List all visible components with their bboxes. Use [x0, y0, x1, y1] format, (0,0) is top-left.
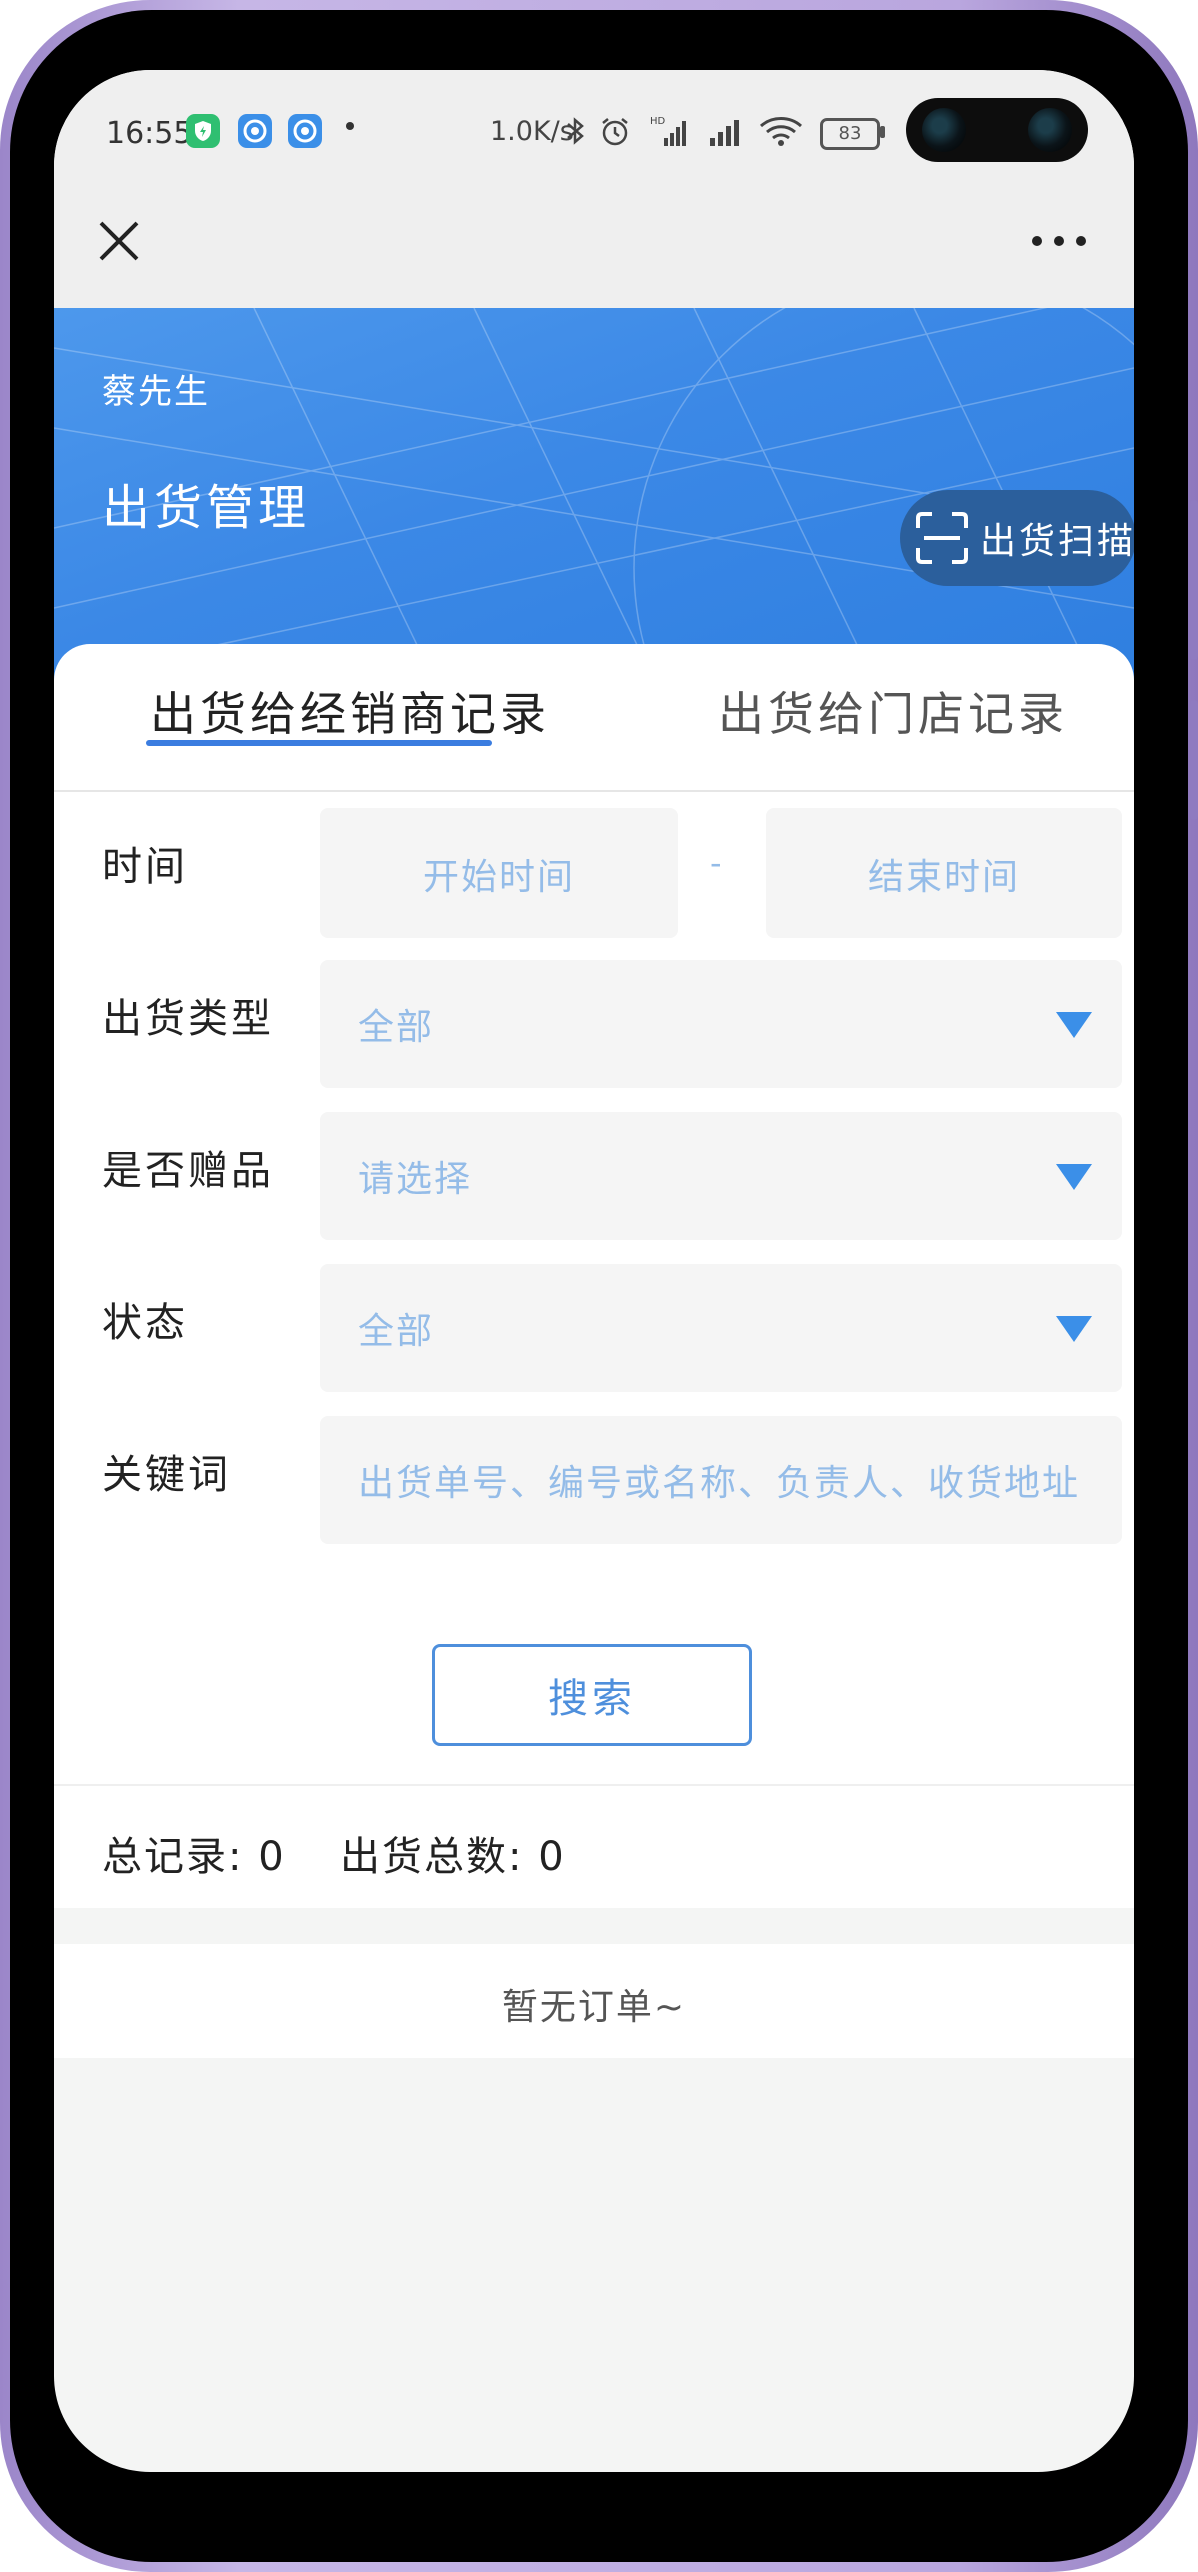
keyword-placeholder: 出货单号、编号或名称、负责人、收货地址 — [358, 1463, 1081, 1504]
status-label: 状态 — [102, 1300, 188, 1346]
total-records-value: 0 — [258, 1834, 286, 1880]
summary-bar: 总记录: 0 出货总数: 0 — [54, 1784, 1134, 1912]
battery-icon: 83 — [820, 118, 880, 150]
ship-type-value: 全部 — [358, 1007, 435, 1048]
end-time-placeholder: 结束时间 — [867, 857, 1020, 898]
camera-lens-icon-2 — [1028, 108, 1072, 152]
gift-label: 是否赠品 — [102, 1148, 274, 1194]
camera-lens-icon — [922, 108, 966, 152]
total-shipments: 出货总数: 0 — [340, 1824, 566, 1882]
total-shipments-value: 0 — [538, 1834, 566, 1880]
status-value: 全部 — [358, 1311, 435, 1352]
alarm-icon — [598, 114, 632, 152]
notification-dot — [346, 122, 354, 130]
mobile-app-icon-2 — [288, 114, 322, 148]
screen: 16:55 1.0K/s HD 83 蔡先生 出货管理 出货扫描 出货给经销商记… — [54, 70, 1134, 2472]
wifi-icon — [758, 114, 804, 152]
time-label: 时间 — [102, 844, 188, 890]
shield-app-icon — [186, 114, 220, 148]
power-button — [1190, 700, 1198, 820]
status-select[interactable]: 全部 — [320, 1264, 1122, 1392]
chevron-down-icon — [1056, 1012, 1092, 1038]
chevron-down-icon — [1056, 1164, 1092, 1190]
more-icon — [1032, 236, 1086, 246]
time-range-separator: - — [710, 844, 722, 882]
gift-value: 请选择 — [358, 1159, 473, 1200]
gift-select[interactable]: 请选择 — [320, 1112, 1122, 1240]
filter-card: 出货给经销商记录 出货给门店记录 时间 开始时间 - 结束时间 出货类型 全部 … — [54, 644, 1134, 1912]
user-name: 蔡先生 — [102, 372, 210, 412]
volume-button — [1190, 500, 1198, 660]
tab-bar: 出货给经销商记录 出货给门店记录 — [54, 644, 1134, 792]
empty-state: 暂无订单~ — [54, 1944, 1134, 2058]
total-records-label: 总记录: — [102, 1834, 244, 1880]
empty-message: 暂无订单~ — [501, 1987, 687, 2028]
more-button[interactable] — [1014, 206, 1104, 276]
tab-dealer-records[interactable]: 出货给经销商记录 — [150, 678, 550, 744]
start-time-field[interactable]: 开始时间 — [320, 808, 678, 938]
search-button[interactable]: 搜索 — [432, 1644, 752, 1746]
active-tab-underline — [146, 740, 492, 746]
status-bar: 16:55 1.0K/s HD 83 — [54, 70, 1134, 180]
signal-icon — [706, 114, 746, 152]
mobile-app-icon — [238, 114, 272, 148]
chevron-down-icon — [1056, 1316, 1092, 1342]
net-speed: 1.0K/s — [490, 116, 574, 147]
section-gap — [54, 1908, 1134, 1944]
ship-scan-label: 出货扫描 — [980, 521, 1134, 562]
header-banner: 蔡先生 出货管理 出货扫描 — [54, 308, 1134, 680]
svg-text:HD: HD — [650, 116, 666, 127]
tab-store-records[interactable]: 出货给门店记录 — [718, 678, 1068, 744]
bluetooth-icon — [564, 114, 588, 152]
scan-icon — [916, 512, 968, 564]
total-shipments-label: 出货总数: — [340, 1834, 524, 1880]
ship-type-select[interactable]: 全部 — [320, 960, 1122, 1088]
nav-bar — [54, 180, 1134, 308]
close-icon — [99, 221, 139, 261]
ship-scan-button[interactable]: 出货扫描 — [900, 490, 1134, 586]
camera-cutout — [906, 98, 1088, 162]
close-button[interactable] — [84, 206, 154, 276]
end-time-field[interactable]: 结束时间 — [766, 808, 1122, 938]
ship-type-label: 出货类型 — [102, 996, 274, 1042]
status-time: 16:55 — [106, 116, 193, 151]
start-time-placeholder: 开始时间 — [422, 857, 575, 898]
keyword-label: 关键词 — [102, 1452, 231, 1498]
hd-signal-icon: HD — [650, 114, 690, 152]
page-title: 出货管理 — [102, 480, 311, 536]
battery-tip — [880, 126, 885, 138]
total-records: 总记录: 0 — [102, 1824, 286, 1882]
keyword-input[interactable]: 出货单号、编号或名称、负责人、收货地址 — [320, 1416, 1122, 1544]
